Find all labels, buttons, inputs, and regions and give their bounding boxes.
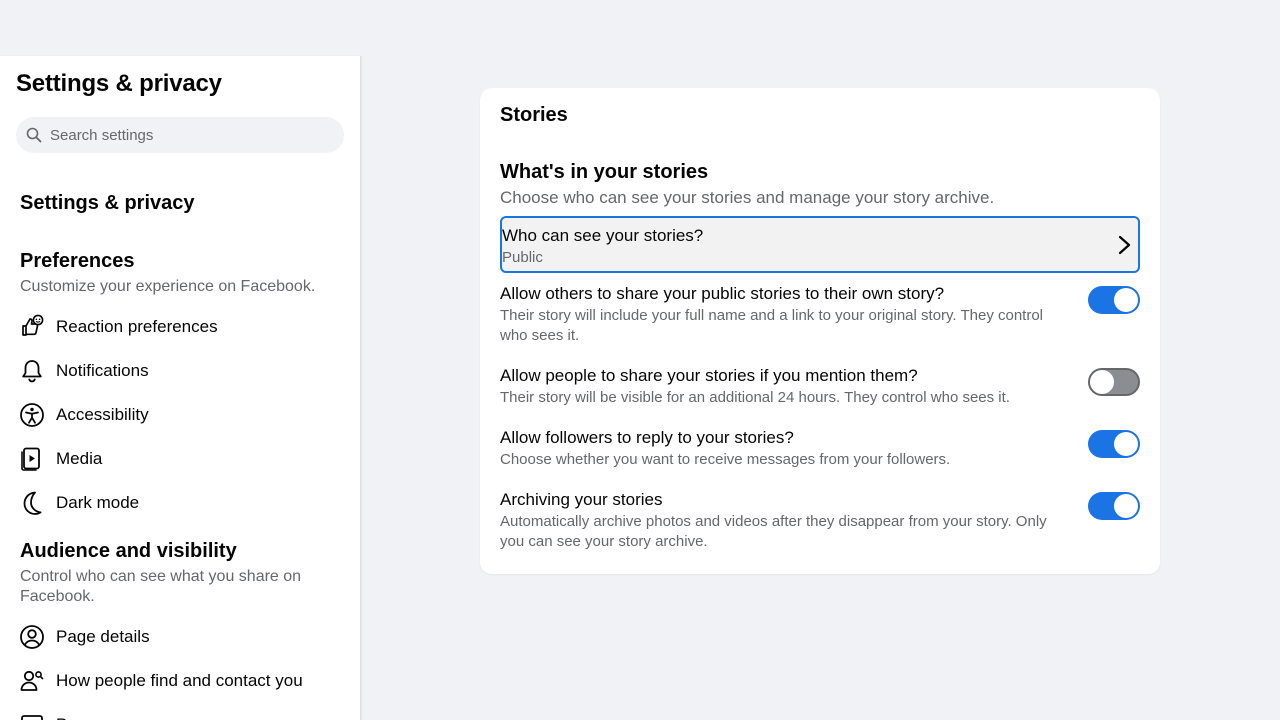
- toggle-knob: [1090, 370, 1114, 394]
- sidebar-item-accessibility[interactable]: Accessibility: [16, 395, 344, 435]
- who-can-see-stories-row[interactable]: Who can see your stories? Public: [500, 216, 1140, 273]
- stories-settings-card: Stories What's in your stories Choose wh…: [480, 88, 1160, 574]
- sidebar-item-dark-mode[interactable]: Dark mode: [16, 483, 344, 523]
- user-circle-icon: [18, 623, 46, 651]
- audience-visibility-subtitle: Control who can see what you share on Fa…: [20, 568, 302, 605]
- audience-row-value: Public: [502, 249, 543, 266]
- followers-reply-toggle[interactable]: [1088, 430, 1140, 458]
- option-description: Their story will be visible for an addit…: [500, 389, 1010, 406]
- toggle-knob: [1114, 288, 1138, 312]
- sidebar-item-label: Reaction preferences: [56, 317, 218, 336]
- chevron-right-icon: [1118, 235, 1131, 255]
- archive-stories-toggle[interactable]: [1088, 492, 1140, 520]
- sidebar-item-media[interactable]: Media: [16, 439, 344, 479]
- sidebar-section-settings-privacy[interactable]: Settings & privacy: [20, 192, 195, 215]
- sidebar-item-page-details[interactable]: Page details: [16, 617, 344, 657]
- sidebar-item-notifications[interactable]: Notifications: [16, 351, 344, 391]
- toggle-knob: [1114, 432, 1138, 456]
- option-title: Archiving your stories: [500, 490, 663, 509]
- people-search-icon: [18, 667, 46, 695]
- media-icon: [18, 445, 46, 473]
- audience-visibility-title: Audience and visibility: [20, 540, 237, 562]
- id-card-icon: [18, 711, 46, 720]
- accessibility-icon: [18, 401, 46, 429]
- share-public-stories-toggle[interactable]: [1088, 286, 1140, 314]
- top-bar: [0, 0, 1280, 56]
- search-settings-box[interactable]: [16, 117, 344, 153]
- option-title: Allow people to share your stories if yo…: [500, 366, 918, 385]
- option-description: Choose whether you want to receive messa…: [500, 451, 951, 468]
- option-description: Their story will include your full name …: [500, 307, 1044, 344]
- bell-icon: [18, 357, 46, 385]
- search-input[interactable]: [48, 125, 332, 145]
- section-subtitle: Choose who can see your stories and mana…: [500, 188, 995, 207]
- search-icon: [26, 127, 42, 143]
- option-title: Allow followers to reply to your stories…: [500, 428, 794, 447]
- sidebar-item-label: How people find and contact you: [56, 671, 303, 690]
- settings-sidebar: Settings & privacy Settings & privacy Pr…: [0, 56, 361, 720]
- sidebar-header-title: Settings & privacy: [16, 70, 222, 97]
- share-mentions-toggle[interactable]: [1088, 368, 1140, 396]
- moon-icon: [18, 489, 46, 517]
- sidebar-item-label: Media: [56, 449, 103, 468]
- preferences-subtitle: Customize your experience on Facebook.: [20, 278, 316, 295]
- sidebar-item-label: P: [56, 715, 67, 720]
- reaction-icon: [18, 313, 46, 341]
- option-description: Automatically archive photos and videos …: [500, 513, 1047, 550]
- sidebar-item-label: Accessibility: [56, 405, 149, 424]
- sidebar-item-label: Dark mode: [56, 493, 140, 512]
- option-title: Allow others to share your public storie…: [500, 284, 945, 303]
- sidebar-item-find-contact[interactable]: How people find and contact you: [16, 661, 344, 701]
- sidebar-item-partial[interactable]: P: [16, 705, 344, 720]
- sidebar-item-reaction-preferences[interactable]: Reaction preferences: [16, 307, 344, 347]
- section-title: What's in your stories: [500, 161, 709, 183]
- card-title: Stories: [500, 104, 568, 126]
- audience-row-title: Who can see your stories?: [502, 226, 704, 245]
- sidebar-item-label: Notifications: [56, 361, 149, 380]
- preferences-title: Preferences: [20, 250, 135, 272]
- toggle-knob: [1114, 494, 1138, 518]
- sidebar-item-label: Page details: [56, 627, 150, 646]
